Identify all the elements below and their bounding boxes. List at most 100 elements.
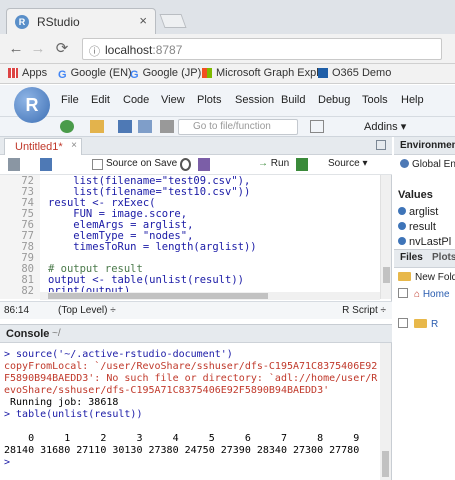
home-breadcrumb[interactable]: ⌂ Home (398, 288, 450, 300)
console-line: F5890B94BAEDD3': No such file or directo… (4, 373, 378, 384)
goto-file-input[interactable]: Go to file/function (178, 119, 298, 135)
menu-build[interactable]: Build (281, 94, 305, 106)
bookmark-google-en[interactable]: G Google (EN) (58, 67, 132, 81)
menu-tools[interactable]: Tools (362, 94, 388, 106)
list-icon (398, 237, 406, 245)
console-title[interactable]: Console (6, 328, 49, 340)
reload-icon[interactable]: ⟳ (52, 39, 72, 59)
rstudio-menubar: R File Edit Code View Plots Session Buil… (0, 85, 455, 123)
menu-view[interactable]: View (161, 94, 185, 106)
global-environment-selector[interactable]: Global En (394, 159, 455, 175)
editor-status-bar: 86:14 (Top Level) ÷ R Script ÷ (0, 301, 392, 319)
menu-edit[interactable]: Edit (91, 94, 110, 106)
tab-title: RStudio (37, 15, 80, 29)
bookmark-google-jp[interactable]: G Google (JP) (130, 67, 201, 81)
menu-plots[interactable]: Plots (197, 94, 221, 106)
tab-plots[interactable]: Plots (432, 252, 455, 263)
env-item[interactable]: nvLastPl (398, 236, 451, 246)
microsoft-icon (202, 68, 212, 78)
new-folder-icon (398, 272, 411, 281)
editor-toolbar: Source on Save → Run Source ▾ (0, 155, 392, 175)
values-header: Values (398, 189, 433, 201)
url-input[interactable]: ⓘ localhost:8787 (82, 38, 442, 60)
console-header: Console ~/ (0, 325, 392, 343)
bookmark-ms-graph[interactable]: Microsoft Graph Explo (202, 67, 325, 79)
tab-untitled1[interactable]: Untitled1* × (4, 138, 82, 155)
back-icon[interactable]: ← (6, 39, 26, 59)
console-scrollbar[interactable] (380, 343, 391, 480)
menu-session[interactable]: Session (235, 94, 274, 106)
magic-wand-icon[interactable] (198, 158, 210, 171)
print-icon[interactable] (160, 120, 174, 133)
url-port: :8787 (152, 43, 183, 57)
save-icon[interactable] (118, 120, 132, 133)
scroll-thumb[interactable] (48, 293, 268, 299)
editor-vertical-scrollbar[interactable] (380, 175, 391, 299)
menu-help[interactable]: Help (401, 94, 424, 106)
console-line: copyFromLocal: `/user/RevoShare/sshuser/… (4, 361, 378, 372)
bookmark-apps[interactable]: Apps (8, 67, 47, 79)
tab-files[interactable]: Files (400, 252, 423, 263)
console-prompt[interactable]: > (4, 457, 378, 469)
menu-file[interactable]: File (61, 94, 79, 106)
rerun-icon[interactable] (296, 158, 308, 171)
console-pane: Console ~/ > source('~/.active-rstudio-d… (0, 324, 392, 480)
office-icon (318, 68, 328, 78)
goto-placeholder: Go to file/function (193, 121, 271, 132)
env-item[interactable]: arglist (398, 206, 438, 218)
new-tab-button[interactable] (159, 14, 187, 28)
scroll-thumb[interactable] (383, 267, 390, 283)
file-row[interactable]: R (398, 318, 438, 330)
console-line: > source('~/.active-rstudio-document') (4, 349, 233, 360)
close-icon[interactable]: × (71, 140, 77, 151)
scope-selector[interactable]: (Top Level) ÷ (58, 305, 116, 316)
browser-tab[interactable]: R RStudio × (6, 8, 156, 34)
console-line: evoShare/sshuser/dfs-C195A71C8375406E92F… (4, 385, 330, 396)
open-folder-icon[interactable] (90, 120, 104, 133)
select-all-checkbox[interactable] (398, 288, 408, 298)
editor-horizontal-scrollbar[interactable] (40, 292, 380, 300)
console-output[interactable]: > source('~/.active-rstudio-document') c… (4, 349, 378, 469)
editor-tabs: Untitled1* × (0, 137, 392, 155)
workspace-panes-icon[interactable] (310, 120, 324, 133)
tab-close-icon[interactable]: × (139, 13, 147, 28)
environment-pane: Environment Global En Values arglist res… (394, 137, 455, 249)
menu-debug[interactable]: Debug (318, 94, 350, 106)
run-button[interactable]: → Run (258, 158, 289, 169)
addins-menu[interactable]: Addins ▾ (364, 120, 406, 133)
editor-pane: Untitled1* × Source on Save → Run Source… (0, 137, 392, 319)
run-arrow-icon: → (258, 158, 271, 169)
file-checkbox[interactable] (398, 318, 408, 328)
rstudio-toolbar: Go to file/function Addins ▾ (0, 117, 455, 137)
apps-grid-icon (8, 68, 18, 78)
files-pane: Files Plots New Folde ⌂ Home R (394, 249, 455, 480)
google-icon: G (58, 69, 67, 81)
address-bar: ← → ⟳ ⓘ localhost:8787 (0, 34, 455, 64)
search-icon[interactable] (180, 158, 191, 171)
browser-tabstrip: R RStudio × (0, 0, 455, 34)
file-type-selector[interactable]: R Script ÷ (342, 305, 386, 316)
globe-icon (400, 159, 409, 168)
console-line: 0 1 2 3 4 5 6 7 8 9 (4, 433, 360, 444)
code-editor[interactable]: 72 list(filename="test09.csv"), 73 list(… (0, 175, 380, 299)
url-host: localhost (105, 43, 153, 57)
source-on-save-checkbox[interactable] (92, 159, 103, 170)
source-button[interactable]: Source ▾ (328, 158, 367, 169)
menu-code[interactable]: Code (123, 94, 149, 106)
new-folder-button[interactable]: New Folde (398, 272, 455, 283)
bookmark-o365[interactable]: O365 Demo (318, 67, 391, 79)
forward-icon[interactable]: → (28, 39, 48, 59)
r-logo-icon: R (14, 87, 50, 123)
maximize-pane-icon[interactable] (376, 140, 386, 150)
env-item[interactable]: result (398, 221, 436, 233)
save-icon[interactable] (40, 158, 52, 171)
tab-environment[interactable]: Environment (394, 137, 455, 155)
save-all-icon[interactable] (138, 120, 152, 133)
back-arrow-icon[interactable] (8, 158, 20, 171)
scroll-thumb[interactable] (382, 451, 389, 477)
new-file-icon[interactable] (60, 120, 74, 133)
folder-icon (414, 319, 427, 328)
page-info-icon: ⓘ (89, 46, 100, 58)
files-tabs: Files Plots (394, 250, 455, 268)
editor-tab-label: Untitled1* (15, 141, 63, 153)
